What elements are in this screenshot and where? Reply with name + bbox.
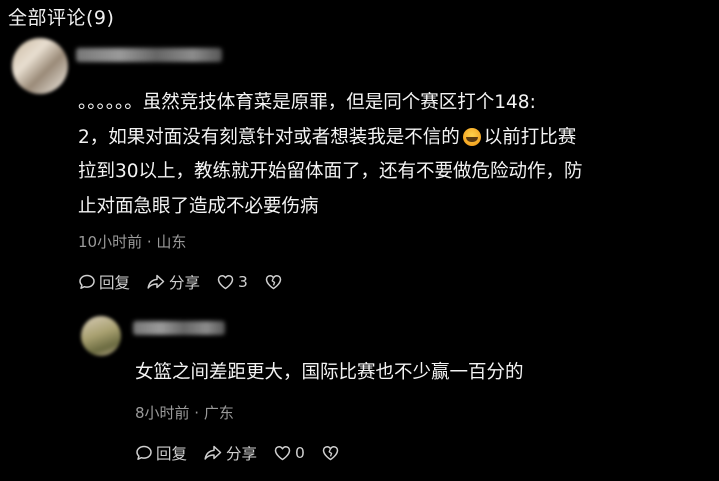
reply-dislike-button[interactable] — [321, 444, 343, 462]
share-label: 分享 — [169, 274, 201, 292]
laughing-emoji-icon — [462, 127, 481, 146]
broken-heart-icon — [322, 445, 339, 461]
reply-label: 回复 — [156, 445, 188, 463]
comment-bubble-icon — [136, 445, 152, 460]
share-arrow-icon — [204, 445, 222, 460]
reply-username-blurred[interactable] — [133, 321, 225, 335]
like-button[interactable]: 3 — [216, 273, 248, 291]
reply-text: 女篮之间差距更大，国际比赛也不少赢一百分的 — [135, 362, 524, 383]
comment-text: 。。。。。。虽然竞技体育菜是原罪，但是同个赛区打个148: 2，如果对面没有刻意… — [78, 86, 710, 224]
like-count: 0 — [295, 444, 305, 462]
reply-label: 回复 — [99, 274, 131, 292]
comments-header: 全部评论(9) — [8, 7, 115, 29]
share-label: 分享 — [226, 445, 258, 463]
like-count: 3 — [238, 273, 248, 291]
reply-meta: 8小时前 · 广东 — [135, 404, 234, 422]
username-blurred[interactable] — [76, 48, 222, 62]
comment-actions: 回复 分享 3 — [78, 271, 302, 293]
heart-icon — [217, 274, 234, 290]
heart-icon — [274, 445, 291, 461]
share-arrow-icon — [147, 274, 165, 289]
comment-meta: 10小时前 · 山东 — [78, 233, 187, 251]
dislike-button[interactable] — [264, 273, 286, 291]
reply-reply-button[interactable]: 回复 — [135, 442, 187, 464]
avatar[interactable] — [12, 38, 68, 94]
reply-like-button[interactable]: 0 — [273, 444, 305, 462]
reply-avatar[interactable] — [81, 316, 121, 356]
comment-bubble-icon — [79, 274, 95, 289]
reply-button[interactable]: 回复 — [78, 271, 130, 293]
reply-share-button[interactable]: 分享 — [203, 442, 257, 464]
share-button[interactable]: 分享 — [146, 271, 200, 293]
reply-actions: 回复 分享 0 — [135, 442, 359, 464]
broken-heart-icon — [265, 274, 282, 290]
